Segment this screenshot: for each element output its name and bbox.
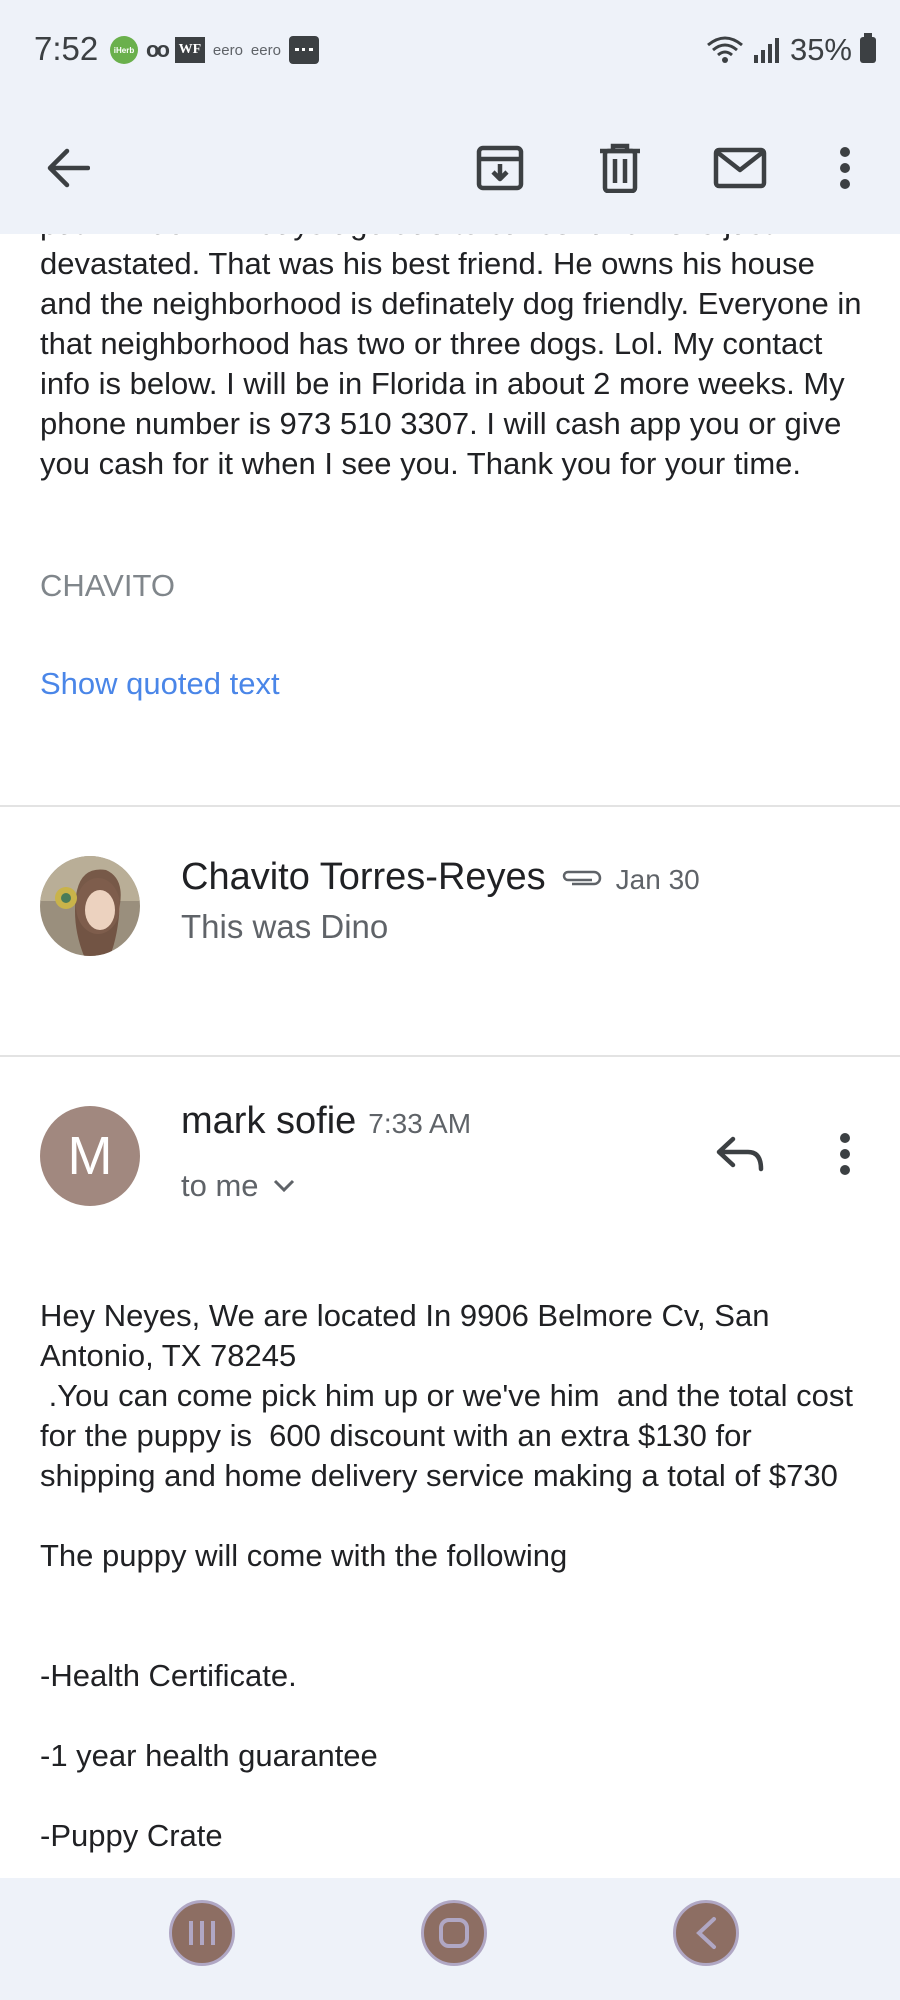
back-arrow-icon bbox=[47, 148, 90, 188]
archive-button[interactable] bbox=[460, 128, 540, 208]
open-message-header: M mark sofie 7:33 AM to me bbox=[0, 1100, 900, 1216]
eero-notification-icon-2: eero bbox=[250, 41, 281, 59]
message-divider bbox=[0, 805, 900, 807]
body-line: Hey Neyes, We are located In 9906 Belmor… bbox=[40, 1298, 777, 1373]
body-line bbox=[40, 1496, 870, 1536]
recent-apps-icon bbox=[189, 1921, 215, 1945]
collapsed-sender-line: Chavito Torres-Reyes Jan 30 bbox=[181, 856, 700, 899]
recipient-details-toggle[interactable]: to me bbox=[181, 1168, 295, 1204]
body-line: .You can come pick him up or we've him a… bbox=[40, 1378, 862, 1493]
calendar-notification-icon bbox=[288, 36, 319, 64]
previous-message-text: devastated. That was his best friend. He… bbox=[40, 246, 862, 481]
battery-percent: 35% bbox=[789, 32, 852, 67]
delete-icon bbox=[600, 143, 640, 193]
reply-button[interactable] bbox=[700, 1114, 780, 1194]
conversation-view[interactable]: put him down 4 days ago due to cancer an… bbox=[0, 234, 900, 1878]
home-icon bbox=[439, 1918, 469, 1948]
notification-icons: iHerb oo WF eero eero bbox=[110, 36, 319, 64]
mark-unread-icon bbox=[713, 147, 767, 189]
iherb-notification-icon: iHerb bbox=[110, 36, 138, 64]
status-time: 7:52 bbox=[34, 30, 99, 67]
reply-icon bbox=[716, 1136, 764, 1172]
avatar-photo-icon bbox=[40, 856, 140, 956]
body-line bbox=[40, 1776, 870, 1816]
status-right: 35% bbox=[706, 32, 876, 68]
status-bar: 7:52 iHerb oo WF eero eero 35% bbox=[0, 0, 900, 100]
chevron-left-icon bbox=[696, 1917, 716, 1949]
more-vert-icon bbox=[840, 1133, 850, 1175]
system-nav-bar bbox=[0, 1878, 900, 2000]
more-vert-icon bbox=[840, 147, 850, 189]
message-time: 7:33 AM bbox=[368, 1108, 472, 1139]
avatar[interactable]: M bbox=[40, 1106, 140, 1206]
wifi-icon bbox=[707, 36, 743, 63]
body-line: -Health Certificate. bbox=[40, 1658, 297, 1693]
previous-message-body: put him down 4 days ago due to cancer an… bbox=[40, 234, 870, 484]
body-line: The puppy will come with the following bbox=[40, 1538, 568, 1573]
eero-notification-icon: eero bbox=[212, 41, 243, 59]
body-line bbox=[40, 1576, 870, 1616]
home-button[interactable] bbox=[421, 1900, 487, 1966]
recipient-label: to me bbox=[181, 1168, 259, 1203]
sender-name: Chavito Torres-Reyes bbox=[181, 856, 546, 898]
more-options-button[interactable] bbox=[805, 128, 885, 208]
signature: CHAVITO bbox=[40, 568, 175, 603]
wf-notification-icon: WF bbox=[174, 37, 205, 63]
chevron-down-icon bbox=[273, 1179, 294, 1193]
message-snippet: This was Dino bbox=[181, 908, 389, 945]
voicemail-icon: oo bbox=[146, 37, 170, 62]
open-message-body: Hey Neyes, We are located In 9906 Belmor… bbox=[40, 1296, 870, 1856]
attachment-icon bbox=[562, 870, 601, 885]
mark-unread-button[interactable] bbox=[700, 128, 780, 208]
body-line: -1 year health guarantee bbox=[40, 1738, 378, 1773]
message-more-button[interactable] bbox=[805, 1114, 885, 1194]
open-sender-line: mark sofie 7:33 AM bbox=[181, 1100, 471, 1143]
recent-apps-button[interactable] bbox=[169, 1900, 235, 1966]
avatar[interactable] bbox=[40, 856, 140, 956]
message-toolbar bbox=[0, 100, 900, 234]
battery-icon bbox=[860, 33, 876, 63]
collapsed-message-row[interactable]: Chavito Torres-Reyes Jan 30 This was Din… bbox=[0, 856, 900, 1016]
body-line bbox=[40, 1696, 870, 1736]
message-divider-2 bbox=[0, 1055, 900, 1057]
sender-name: mark sofie bbox=[181, 1100, 357, 1142]
back-button[interactable] bbox=[28, 128, 108, 208]
body-line bbox=[40, 1616, 870, 1656]
delete-button[interactable] bbox=[580, 128, 660, 208]
show-quoted-text-link[interactable]: Show quoted text bbox=[40, 666, 280, 702]
body-line: -Puppy Crate bbox=[40, 1818, 223, 1853]
previous-message-cut-line: put him down 4 days ago due to cancer an… bbox=[40, 234, 870, 244]
system-back-button[interactable] bbox=[673, 1900, 739, 1966]
message-date: Jan 30 bbox=[615, 864, 700, 895]
signal-icon bbox=[753, 38, 779, 63]
archive-icon bbox=[476, 145, 524, 191]
